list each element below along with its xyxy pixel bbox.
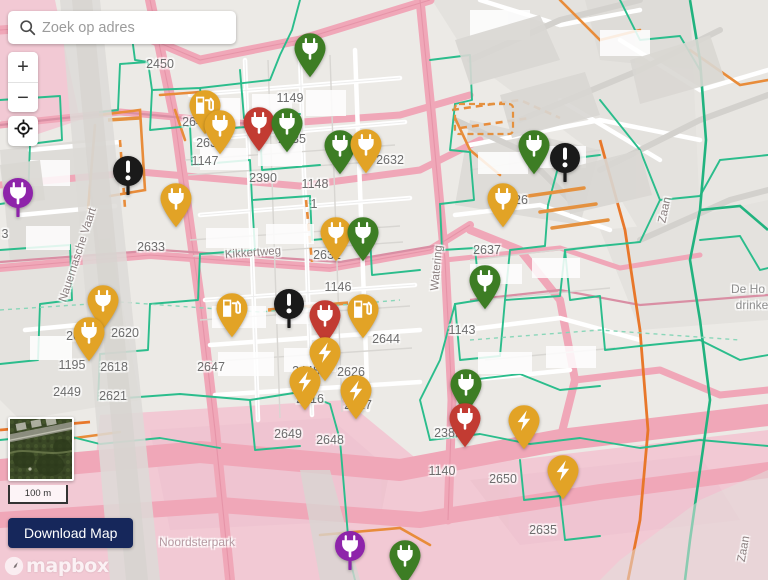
map-marker-bolt[interactable] — [288, 365, 322, 411]
satellite-thumbnail — [10, 419, 72, 479]
map-marker-gas-pump[interactable] — [215, 292, 249, 338]
map-marker-plug[interactable] — [334, 530, 366, 570]
download-map-button[interactable]: Download Map — [8, 518, 134, 548]
search-bar[interactable] — [8, 11, 236, 44]
map-marker-plug[interactable] — [159, 182, 193, 228]
crosshair-icon — [14, 119, 33, 143]
zoom-in-button[interactable]: + — [8, 52, 38, 82]
map-marker-plug[interactable] — [517, 129, 551, 175]
mapbox-logo[interactable]: mapbox — [4, 555, 109, 577]
mapbox-wordmark: mapbox — [26, 555, 109, 577]
mapbox-mark-icon — [4, 556, 24, 576]
map-marker-plug[interactable] — [2, 177, 34, 217]
map-application: 2450114926452634263526321147239011481252… — [0, 0, 768, 580]
map-marker-warning[interactable] — [273, 288, 305, 328]
map-marker-bolt[interactable] — [507, 404, 541, 450]
search-icon — [8, 19, 42, 36]
search-input[interactable] — [42, 19, 236, 36]
map-marker-plug[interactable] — [448, 402, 482, 448]
map-marker-plug[interactable] — [293, 32, 327, 78]
map-marker-plug[interactable] — [346, 216, 380, 262]
map-marker-bolt[interactable] — [339, 374, 373, 420]
map-marker-plug[interactable] — [388, 539, 422, 580]
map-marker-plug[interactable] — [349, 128, 383, 174]
map-marker-warning[interactable] — [549, 142, 581, 182]
map-marker-plug[interactable] — [72, 316, 106, 362]
map-marker-warning[interactable] — [112, 155, 144, 195]
map-marker-plug[interactable] — [486, 182, 520, 228]
map-canvas[interactable]: 2450114926452634263526321147239011481252… — [0, 0, 768, 580]
map-marker-plug[interactable] — [468, 264, 502, 310]
map-marker-bolt[interactable] — [546, 454, 580, 500]
geolocate-button[interactable] — [8, 116, 38, 146]
scale-bar: 100 m — [8, 485, 68, 504]
map-marker-gas-pump[interactable] — [346, 293, 380, 339]
scale-bar-label: 100 m — [24, 488, 52, 499]
zoom-out-button[interactable]: − — [8, 82, 38, 112]
zoom-controls[interactable]: + − — [8, 52, 38, 112]
satellite-style-toggle[interactable] — [8, 417, 74, 481]
map-marker-plug[interactable] — [270, 107, 304, 153]
map-marker-plug[interactable] — [203, 109, 237, 155]
